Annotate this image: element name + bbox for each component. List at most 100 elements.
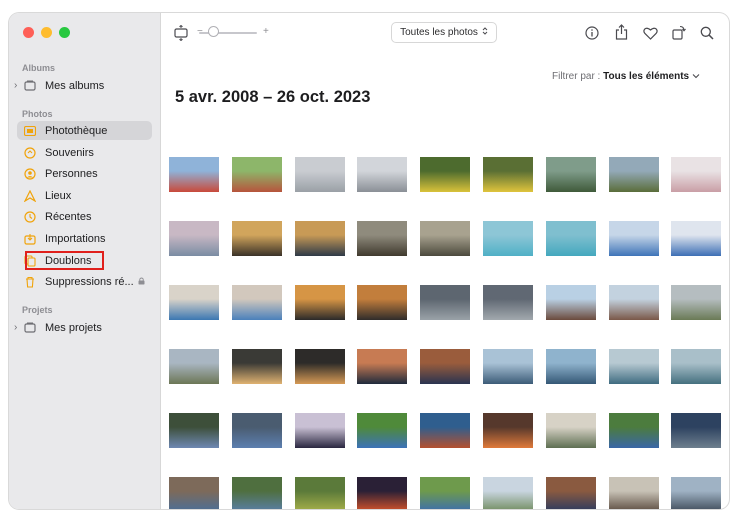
photo-thumbnail[interactable]: [545, 221, 596, 256]
clock-icon: [24, 210, 36, 223]
chevron-right-icon[interactable]: ›: [14, 80, 17, 91]
photo-thumbnail[interactable]: [357, 349, 408, 384]
photo-thumbnail[interactable]: [169, 349, 219, 384]
photo-thumbnail[interactable]: [483, 221, 533, 256]
sidebar-item-places[interactable]: Lieux: [17, 186, 152, 205]
photo-thumbnail[interactable]: [231, 477, 282, 509]
photo-thumbnail[interactable]: [671, 157, 722, 192]
photo-thumbnail[interactable]: [420, 157, 471, 192]
sidebar-item-recents[interactable]: Récentes: [17, 207, 152, 226]
photo-thumbnail[interactable]: [545, 285, 596, 320]
photos-window: Albums › Mes albums Photos Photothèque S…: [9, 13, 729, 509]
photo-thumbnail[interactable]: [169, 477, 219, 509]
photo-thumbnail[interactable]: [231, 349, 282, 384]
photo-thumbnail[interactable]: [608, 285, 659, 320]
sidebar-item-library[interactable]: Photothèque: [17, 121, 152, 140]
sidebar-item-my-albums[interactable]: › Mes albums: [14, 76, 152, 95]
photo-thumbnail[interactable]: [357, 285, 408, 320]
photo-thumbnail[interactable]: [671, 221, 722, 256]
photo-thumbnail[interactable]: [420, 349, 471, 384]
sidebar-item-imports[interactable]: Importations: [17, 229, 152, 248]
photo-thumbnail[interactable]: [608, 221, 659, 256]
places-icon: [24, 189, 36, 202]
section-label-projects: Projets: [22, 305, 53, 315]
photo-thumbnail[interactable]: [357, 413, 408, 448]
search-icon[interactable]: [698, 24, 716, 42]
date-range-title: 5 avr. 2008 – 26 oct. 2023: [175, 88, 371, 106]
zoom-button[interactable]: [59, 27, 70, 38]
chevron-down-icon: [692, 71, 700, 82]
folder-icon: [24, 322, 36, 334]
info-icon[interactable]: [583, 24, 601, 42]
folder-icon: [24, 80, 36, 92]
photo-thumbnail[interactable]: [671, 477, 722, 509]
zoom-in-button[interactable]: +: [263, 26, 269, 37]
share-icon[interactable]: [612, 23, 630, 41]
photo-thumbnail[interactable]: [231, 285, 282, 320]
photo-thumbnail[interactable]: [169, 413, 219, 448]
photo-thumbnail[interactable]: [420, 221, 471, 256]
photo-thumbnail[interactable]: [608, 413, 659, 448]
photo-thumbnail[interactable]: [608, 349, 659, 384]
photo-thumbnail[interactable]: [169, 221, 219, 256]
view-dropdown-label: Toutes les photos: [400, 27, 478, 38]
photo-thumbnail[interactable]: [483, 157, 533, 192]
library-icon: [24, 125, 36, 137]
photo-thumbnail[interactable]: [294, 477, 345, 509]
section-label-photos: Photos: [22, 109, 53, 119]
photo-thumbnail[interactable]: [545, 157, 596, 192]
photo-thumbnail[interactable]: [294, 413, 345, 448]
sidebar-item-label: Importations: [45, 232, 106, 245]
minimize-button[interactable]: [41, 27, 52, 38]
photo-thumbnail[interactable]: [231, 157, 282, 192]
filter-control[interactable]: Filtrer par : Tous les éléments: [552, 71, 700, 82]
photo-thumbnail[interactable]: [608, 157, 659, 192]
zoom-slider-knob[interactable]: [208, 26, 219, 37]
photo-thumbnail[interactable]: [483, 477, 533, 509]
photo-thumbnail[interactable]: [231, 413, 282, 448]
photo-thumbnail[interactable]: [231, 221, 282, 256]
photo-thumbnail[interactable]: [671, 349, 722, 384]
filter-label: Filtrer par :: [552, 71, 601, 82]
photo-thumbnail[interactable]: [483, 413, 533, 448]
close-button[interactable]: [23, 27, 34, 38]
sidebar-item-recently-deleted[interactable]: Suppressions ré...: [17, 272, 152, 291]
photo-thumbnail[interactable]: [671, 413, 722, 448]
sidebar-item-label: Mes projets: [45, 321, 102, 334]
heart-icon[interactable]: [641, 24, 659, 42]
sidebar-item-my-projects[interactable]: › Mes projets: [14, 318, 152, 337]
photo-thumbnail[interactable]: [545, 349, 596, 384]
photo-thumbnail[interactable]: [608, 477, 659, 509]
photo-thumbnail[interactable]: [483, 285, 533, 320]
chevron-right-icon[interactable]: ›: [14, 322, 17, 333]
photo-thumbnail[interactable]: [545, 413, 596, 448]
photo-thumbnail[interactable]: [671, 285, 722, 320]
photo-thumbnail[interactable]: [294, 349, 345, 384]
sidebar-item-label: Souvenirs: [45, 146, 94, 159]
photo-thumbnail[interactable]: [294, 157, 345, 192]
sidebar-item-people[interactable]: Personnes: [17, 164, 152, 183]
photo-thumbnail[interactable]: [357, 477, 408, 509]
photo-thumbnail[interactable]: [357, 157, 408, 192]
photo-thumbnail[interactable]: [483, 349, 533, 384]
photo-thumbnail[interactable]: [294, 285, 345, 320]
window-controls: [23, 27, 70, 38]
rotate-icon[interactable]: [670, 23, 688, 41]
chevron-updown-icon: [482, 26, 488, 39]
photo-thumbnail[interactable]: [420, 413, 471, 448]
aspect-toggle-icon[interactable]: [172, 24, 190, 42]
sidebar-item-label: Personnes: [45, 167, 98, 180]
photo-thumbnail[interactable]: [420, 477, 471, 509]
lock-icon: [138, 277, 145, 287]
filter-value: Tous les éléments: [603, 71, 690, 82]
sidebar-item-memories[interactable]: Souvenirs: [17, 143, 152, 162]
photo-thumbnail[interactable]: [294, 221, 345, 256]
photo-thumbnail[interactable]: [420, 285, 471, 320]
section-label-albums: Albums: [22, 63, 56, 73]
view-dropdown[interactable]: Toutes les photos: [391, 22, 497, 43]
photo-thumbnail[interactable]: [169, 285, 219, 320]
photo-thumbnail[interactable]: [169, 157, 219, 192]
memories-icon: [24, 146, 36, 159]
photo-thumbnail[interactable]: [545, 477, 596, 509]
photo-thumbnail[interactable]: [357, 221, 408, 256]
